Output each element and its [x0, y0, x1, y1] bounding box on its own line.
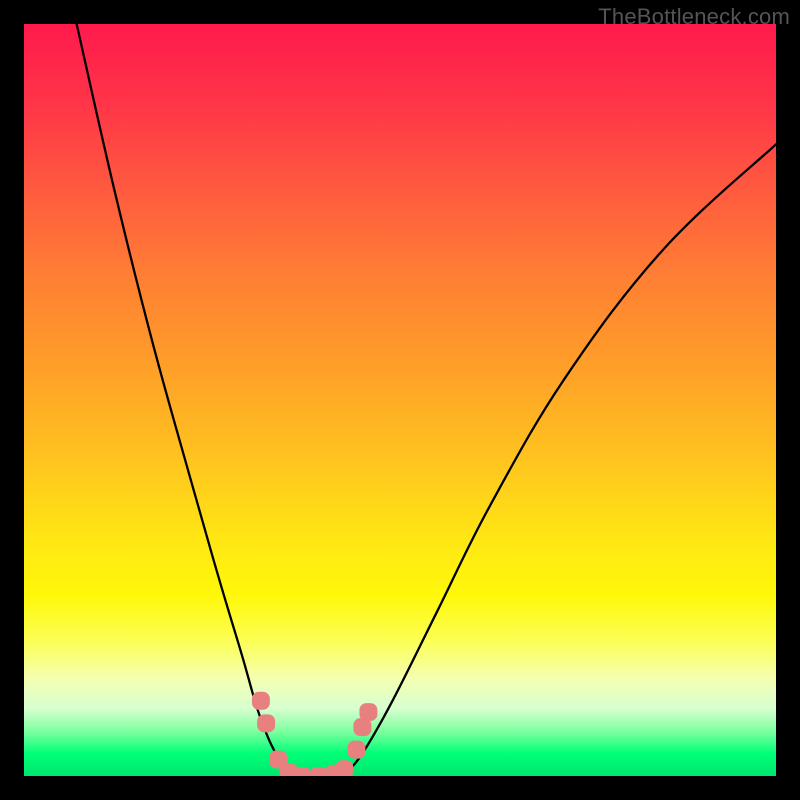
watermark-text: TheBottleneck.com [598, 4, 790, 30]
data-marker [310, 767, 328, 776]
bottleneck-curve [77, 24, 776, 776]
data-marker [347, 741, 365, 759]
chart-frame: TheBottleneck.com [0, 0, 800, 800]
data-marker [257, 714, 275, 732]
data-marker [252, 692, 270, 710]
curve-layer [24, 24, 776, 776]
plot-area [24, 24, 776, 776]
data-marker [335, 760, 353, 776]
data-marker [359, 703, 377, 721]
